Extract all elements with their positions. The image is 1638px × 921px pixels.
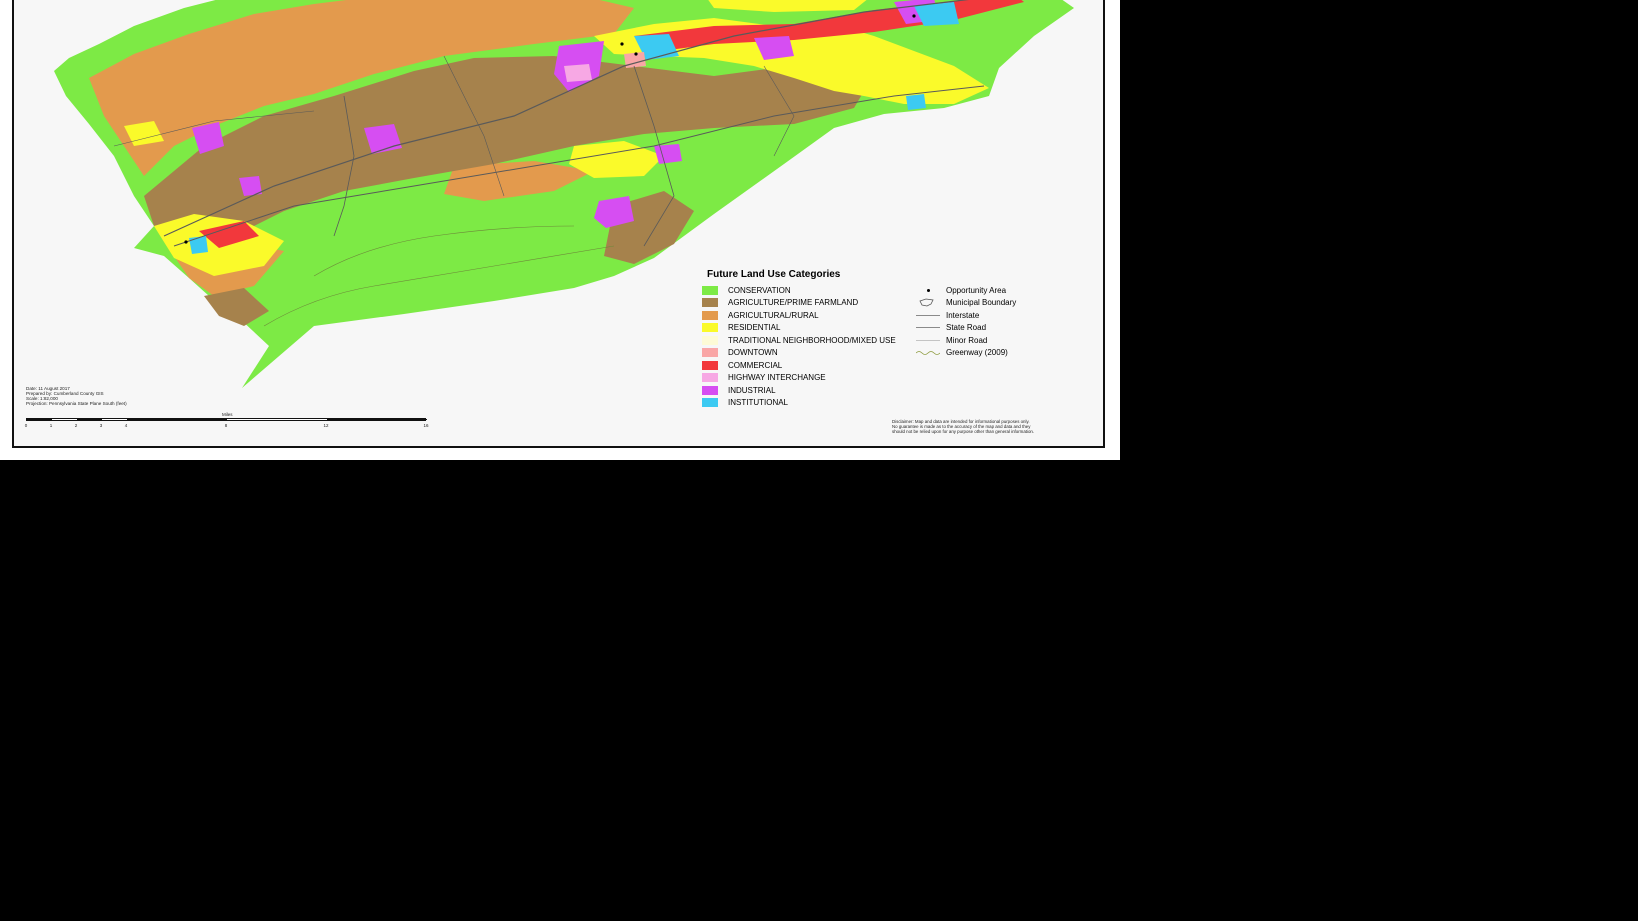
- swatch-highway-interchange: [702, 373, 718, 383]
- legend-item-highway-interchange: HIGHWAY INTERCHANGE: [702, 372, 896, 385]
- line-icon: [916, 323, 942, 332]
- legend-item-state-road: State Road: [916, 322, 1016, 335]
- swatch-institutional: [702, 398, 718, 408]
- legend-item-agricultural-rural: AGRICULTURAL/RURAL: [702, 309, 896, 322]
- swatch-commercial: [702, 360, 718, 370]
- line-icon: [916, 311, 942, 320]
- wavy-line-icon: [915, 348, 942, 357]
- legend-item-conservation: CONSERVATION: [702, 284, 896, 297]
- area-institutional-3: [189, 236, 208, 254]
- scale-bar: Miles 0 1 2 3 4 8 12 16: [24, 412, 431, 431]
- legend-item-agriculture-prime-farmland: AGRICULTURE/PRIME FARMLAND: [702, 297, 896, 310]
- swatch-industrial: [702, 385, 718, 395]
- legend-features: Opportunity Area Municipal Boundary Inte…: [915, 284, 1016, 360]
- image-viewer: Future Land Use Categories CONSERVATION …: [0, 0, 1120, 460]
- scale-tick: 2: [74, 423, 78, 428]
- disclaimer: Disclaimer: Map and data are intended fo…: [892, 419, 1035, 434]
- scale-tick: 0: [24, 423, 28, 428]
- swatch-downtown: [702, 348, 718, 358]
- map-legend: Future Land Use Categories CONSERVATION …: [694, 269, 1103, 409]
- scale-tick: 16: [423, 423, 429, 428]
- swatch-conservation: [702, 285, 718, 295]
- scale-bar-rule: [26, 418, 427, 421]
- scale-bar-title: Miles: [222, 412, 233, 417]
- thin-line-icon: [916, 336, 942, 345]
- scale-tick: 1: [49, 423, 53, 428]
- legend-item-traditional-neighborhood: TRADITIONAL NEIGHBORHOOD/MIXED USE: [702, 334, 896, 347]
- legend-item-institutional: INSTITUTIONAL: [702, 397, 896, 410]
- legend-item-minor-road: Minor Road: [916, 334, 1016, 347]
- point-icon: [916, 286, 942, 295]
- scale-tick: 4: [124, 423, 128, 428]
- swatch-agricultural-rural: [702, 310, 718, 320]
- legend-item-greenway: Greenway (2009): [915, 347, 1016, 360]
- area-institutional-4: [906, 94, 926, 110]
- swatch-agriculture-prime-farmland: [702, 298, 718, 308]
- map-metadata: Date: 11 August 2017 Prepared by: Cumber…: [26, 386, 127, 406]
- legend-item-commercial: COMMERCIAL: [702, 359, 896, 372]
- legend-categories: CONSERVATION AGRICULTURE/PRIME FARMLAND …: [702, 284, 896, 409]
- scale-tick: 3: [99, 423, 103, 428]
- boundary-polygon-icon: [916, 298, 942, 307]
- legend-item-industrial: INDUSTRIAL: [702, 384, 896, 397]
- scale-tick: 12: [323, 423, 329, 428]
- legend-item-opportunity-area: Opportunity Area: [916, 284, 1016, 297]
- map-frame: Future Land Use Categories CONSERVATION …: [12, 0, 1105, 448]
- scale-tick: 8: [224, 423, 228, 428]
- legend-item-residential: RESIDENTIAL: [702, 322, 896, 335]
- swatch-traditional-neighborhood: [702, 335, 718, 345]
- area-highway-interchange: [564, 64, 592, 82]
- legend-item-downtown: DOWNTOWN: [702, 347, 896, 360]
- legend-title: Future Land Use Categories: [707, 269, 841, 280]
- legend-item-interstate: Interstate: [916, 309, 1016, 322]
- swatch-residential: [702, 323, 718, 333]
- legend-item-municipal-boundary: Municipal Boundary: [916, 297, 1016, 310]
- area-industrial-7: [654, 144, 682, 164]
